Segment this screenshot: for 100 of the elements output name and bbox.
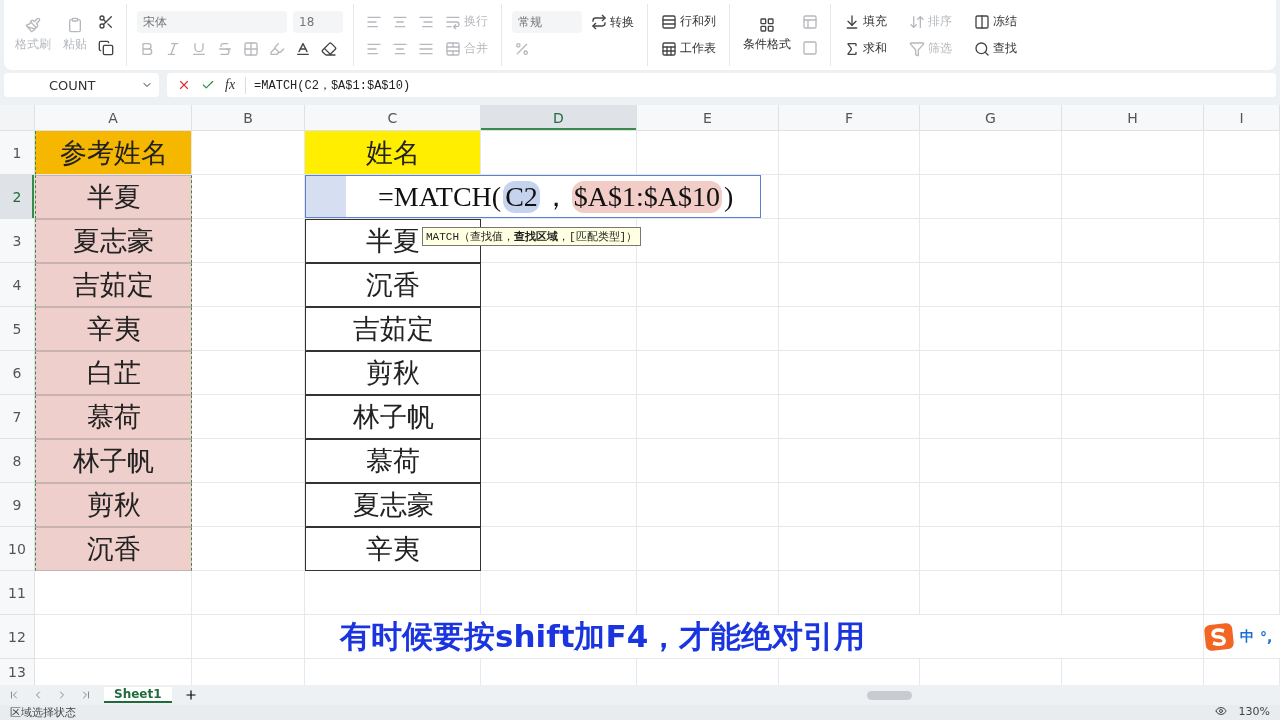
column-header[interactable]: C (305, 105, 481, 131)
rows-columns-button[interactable]: 行和列 (658, 11, 719, 32)
eraser-button[interactable] (319, 39, 339, 59)
sum-button[interactable]: 求和 (841, 38, 890, 59)
eye-icon[interactable] (1214, 705, 1227, 717)
formula-bar[interactable]: fx =MATCH(C2，$A$1:$A$10) (167, 73, 1276, 97)
font-size-select[interactable]: 18 (293, 11, 343, 33)
fill-button[interactable]: 填充 (841, 11, 890, 32)
convert-button[interactable]: 转换 (588, 11, 637, 33)
cell-style-button[interactable] (800, 12, 820, 32)
fill-icon (844, 13, 860, 30)
row-header[interactable]: 5 (0, 307, 35, 351)
scissors-icon (98, 14, 114, 30)
status-text: 区域选择状态 (10, 705, 76, 720)
sum-icon (844, 40, 860, 57)
table-cell: 姓名 (305, 131, 481, 175)
repeat-icon (591, 14, 607, 30)
filter-icon (909, 40, 925, 57)
column-header[interactable]: A (35, 105, 192, 131)
row-header[interactable]: 12 (0, 615, 35, 659)
italic-icon (165, 41, 181, 57)
freeze-button[interactable]: 冻结 (971, 11, 1020, 32)
column-header[interactable]: D (481, 105, 637, 131)
cancel-icon[interactable] (177, 78, 191, 92)
add-sheet-icon[interactable] (183, 688, 198, 702)
table-cell: 沉香 (35, 527, 192, 571)
grid-icon (759, 17, 775, 33)
font-name-select[interactable]: 宋体 (137, 11, 287, 33)
strikethrough-icon (217, 41, 233, 57)
eraser-icon (321, 41, 337, 57)
percent-icon (514, 41, 530, 57)
table-cell: 慕荷 (305, 439, 481, 483)
table-cell: 剪秋 (35, 483, 192, 527)
underline-icon (191, 41, 207, 57)
number-format-select[interactable]: 常规 (512, 11, 582, 33)
table-cell: 参考姓名 (35, 131, 192, 175)
table-cell: 吉茹定 (305, 307, 481, 351)
row-header[interactable]: 2 (0, 175, 35, 219)
font-color-icon (295, 41, 311, 57)
formula-text: =MATCH(C2，$A$1:$A$10) (245, 76, 411, 94)
table-cell: 沉香 (305, 263, 481, 307)
insert-function-button[interactable]: fx (225, 77, 236, 93)
first-sheet-icon[interactable] (8, 689, 20, 701)
panel-icon (802, 14, 818, 30)
table-cell: 林子帆 (35, 439, 192, 483)
horizontal-scrollbar[interactable] (867, 690, 912, 700)
formula-text: ) (723, 180, 735, 213)
table-cell: 辛夷 (35, 307, 192, 351)
row-header[interactable]: 4 (0, 263, 35, 307)
cell-reference: C2 (503, 180, 540, 213)
select-all-corner[interactable] (0, 105, 35, 131)
paintbrush-icon (25, 17, 41, 33)
table-cell: 半夏 (35, 175, 192, 219)
table-cell: 林子帆 (305, 395, 481, 439)
row-header[interactable]: 11 (0, 571, 35, 615)
square-icon (802, 40, 818, 56)
row-header[interactable]: 9 (0, 483, 35, 527)
worksheet-button[interactable]: 工作表 (658, 38, 719, 59)
row-header[interactable]: 8 (0, 439, 35, 483)
row-header[interactable]: 1 (0, 131, 35, 175)
column-header[interactable]: B (192, 105, 305, 131)
conditional-format-button[interactable]: 条件格式 (740, 15, 794, 55)
table-cell: 剪秋 (305, 351, 481, 395)
border-style-button[interactable] (800, 38, 820, 58)
name-box[interactable]: COUNT (4, 73, 159, 97)
cell-reference: $A$1:$A$10 (571, 180, 723, 213)
bold-icon (139, 41, 155, 57)
formula-text: ， (540, 179, 571, 214)
punctuation-mode-label[interactable]: °, (1260, 628, 1273, 645)
row-header[interactable]: 10 (0, 527, 35, 571)
find-icon (974, 40, 990, 57)
merge-icon (445, 40, 461, 57)
check-icon[interactable] (201, 78, 215, 92)
sheet-tab[interactable]: Sheet1 (104, 687, 172, 703)
input-mode-label[interactable]: 中 (1240, 627, 1254, 646)
table-cell: 吉茹定 (35, 263, 192, 307)
highlighter-icon (269, 41, 285, 57)
row-header[interactable]: 13 (0, 659, 35, 685)
last-sheet-icon[interactable] (80, 689, 92, 701)
border-icon (243, 41, 259, 57)
freeze-icon (974, 13, 990, 30)
copy-button[interactable] (96, 38, 116, 58)
column-header[interactable]: H (1062, 105, 1204, 131)
row-header[interactable]: 6 (0, 351, 35, 395)
clipboard-icon (67, 17, 83, 33)
zoom-level[interactable]: 130% (1238, 705, 1270, 718)
table-cell: 慕荷 (35, 395, 192, 439)
table-cell: 夏志豪 (305, 483, 481, 527)
column-header[interactable]: E (637, 105, 779, 131)
table-cell: 夏志豪 (35, 219, 192, 263)
row-header[interactable]: 7 (0, 395, 35, 439)
find-button[interactable]: 查找 (971, 38, 1020, 59)
column-header[interactable]: I (1204, 105, 1280, 131)
table-cell: 辛夷 (305, 527, 481, 571)
row-header[interactable]: 3 (0, 219, 35, 263)
border-button[interactable] (241, 39, 261, 59)
table-cell: 白芷 (35, 351, 192, 395)
column-header[interactable]: G (920, 105, 1062, 131)
copy-icon (98, 40, 114, 56)
column-header[interactable]: F (779, 105, 920, 131)
